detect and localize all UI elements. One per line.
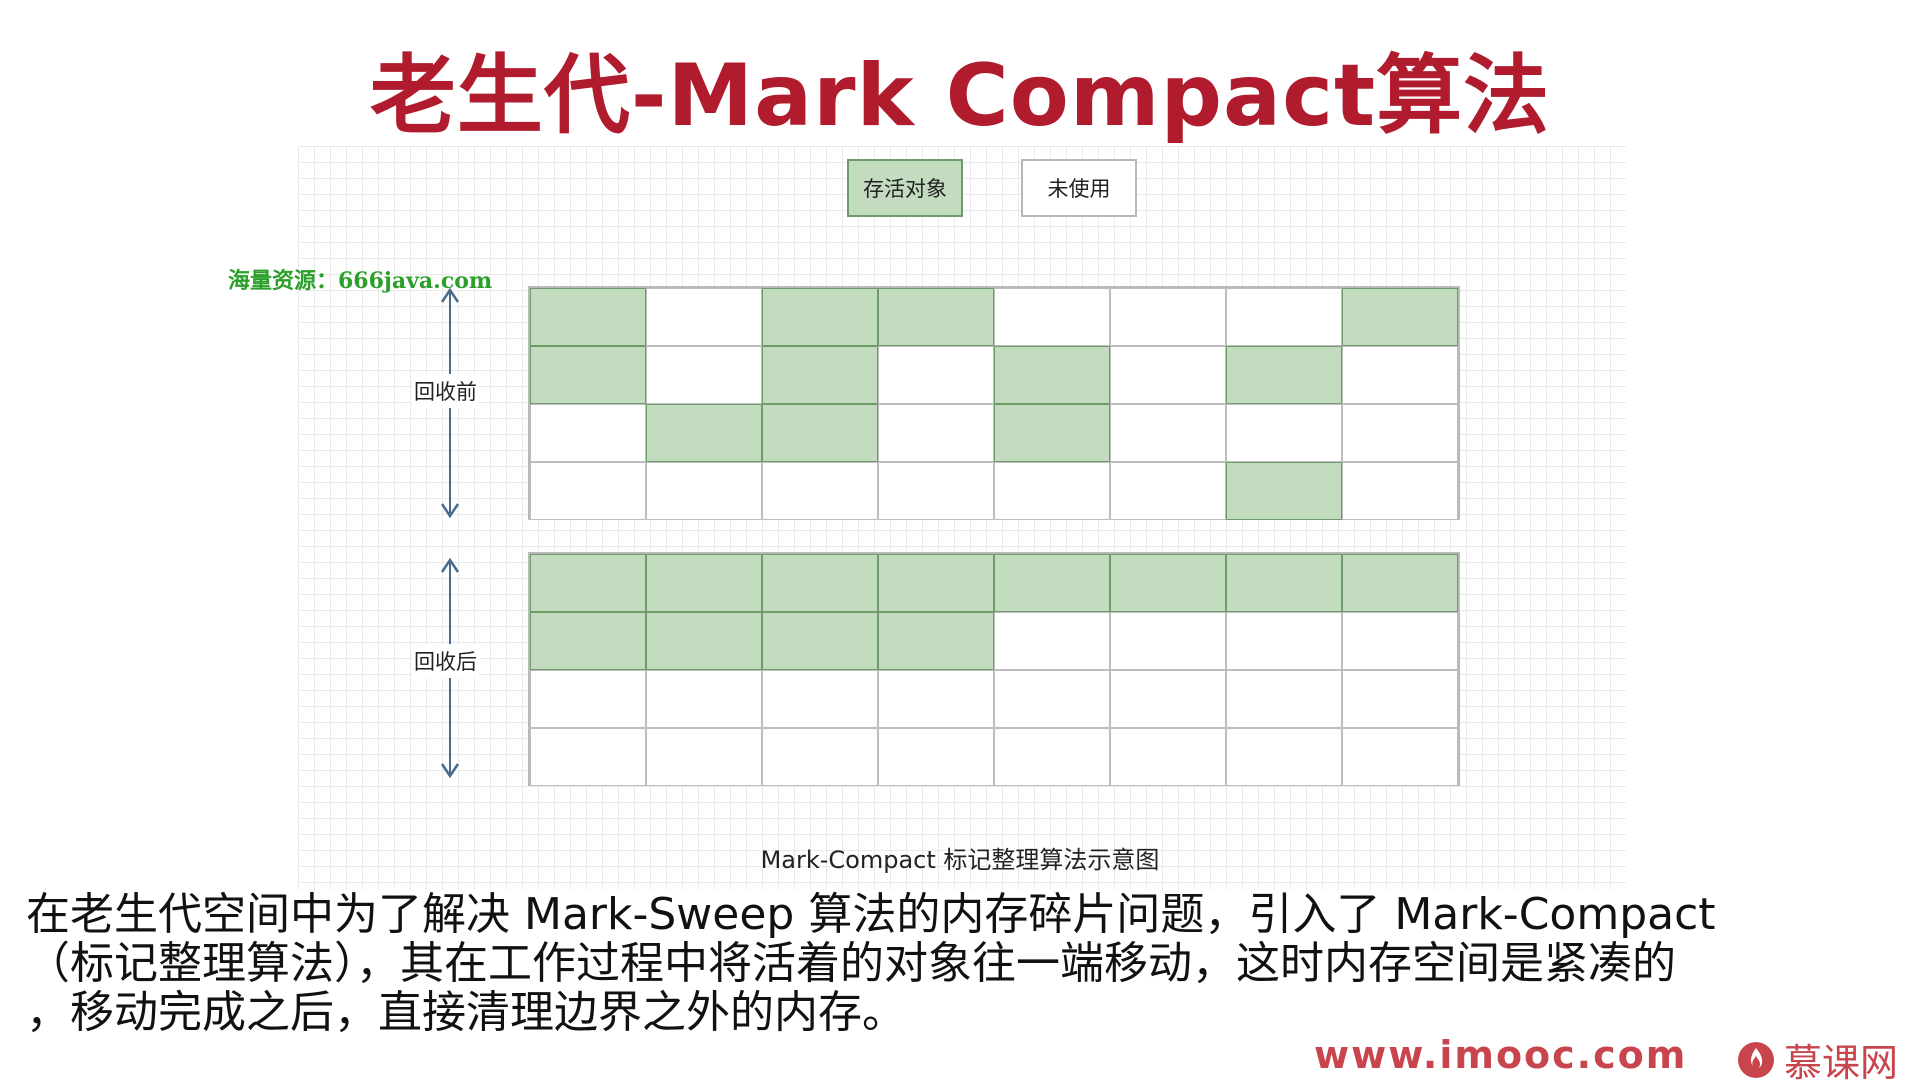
memory-cell-free bbox=[1110, 346, 1226, 404]
memory-cell-free bbox=[762, 462, 878, 520]
memory-cell-free bbox=[994, 462, 1110, 520]
memory-cell-free bbox=[1342, 728, 1458, 786]
memory-cell-live bbox=[1226, 554, 1342, 612]
flame-logo-icon bbox=[1738, 1041, 1774, 1078]
memory-cell-free bbox=[1110, 612, 1226, 670]
memory-cell-live bbox=[530, 612, 646, 670]
after-label: 回收后 bbox=[412, 644, 479, 678]
explanation-line: （标记整理算法），其在工作过程中将活着的对象往一端移动，这时内存空间是紧凑的 bbox=[26, 938, 1676, 989]
memory-cell-live bbox=[1342, 288, 1458, 346]
memory-cell-live bbox=[1110, 554, 1226, 612]
explanation-line: ，移动完成之后，直接清理边界之外的内存。 bbox=[26, 987, 906, 1038]
memory-cell-free bbox=[1342, 346, 1458, 404]
site-url-watermark: www.imooc.com bbox=[1314, 1033, 1688, 1077]
memory-cell-free bbox=[994, 612, 1110, 670]
memory-cell-free bbox=[1110, 670, 1226, 728]
memory-cell-free bbox=[878, 462, 994, 520]
memory-cell-free bbox=[646, 346, 762, 404]
memory-cell-free bbox=[994, 288, 1110, 346]
memory-cell-free bbox=[1342, 404, 1458, 462]
memory-cell-live bbox=[530, 346, 646, 404]
memory-cell-free bbox=[1226, 670, 1342, 728]
memory-cell-free bbox=[530, 404, 646, 462]
memory-cell-free bbox=[878, 728, 994, 786]
memory-cell-free bbox=[1110, 462, 1226, 520]
diagram-caption: Mark-Compact 标记整理算法示意图 bbox=[760, 846, 1160, 874]
memory-cell-free bbox=[762, 670, 878, 728]
memory-cell-live bbox=[762, 288, 878, 346]
memory-cell-free bbox=[1110, 728, 1226, 786]
memory-cell-live bbox=[762, 612, 878, 670]
memory-cell-live bbox=[1226, 462, 1342, 520]
memory-cell-live bbox=[646, 554, 762, 612]
before-label: 回收前 bbox=[412, 374, 479, 408]
memory-cell-live bbox=[994, 346, 1110, 404]
memory-cell-free bbox=[1342, 462, 1458, 520]
memory-cell-live bbox=[762, 346, 878, 404]
memory-cell-live bbox=[994, 404, 1110, 462]
memory-cell-free bbox=[646, 728, 762, 786]
memory-cell-free bbox=[530, 670, 646, 728]
memory-cell-free bbox=[1226, 728, 1342, 786]
memory-cell-free bbox=[1226, 404, 1342, 462]
memory-cell-live bbox=[1226, 346, 1342, 404]
memory-cell-free bbox=[530, 462, 646, 520]
memory-cell-free bbox=[646, 462, 762, 520]
brand-logo: 慕课网 bbox=[1736, 1032, 1898, 1087]
legend-unused: 未使用 bbox=[1021, 159, 1137, 217]
memory-cell-free bbox=[1226, 288, 1342, 346]
brand-name: 慕课网 bbox=[1784, 1041, 1899, 1085]
memory-cell-free bbox=[994, 670, 1110, 728]
memory-cell-live bbox=[994, 554, 1110, 612]
memory-cell-free bbox=[878, 404, 994, 462]
memory-cell-free bbox=[762, 728, 878, 786]
explanation-text: 在老生代空间中为了解决 Mark-Sweep 算法的内存碎片问题，引入了 Mar… bbox=[26, 890, 1906, 1037]
memory-cell-live bbox=[762, 554, 878, 612]
memory-cell-free bbox=[530, 728, 646, 786]
memory-cell-live bbox=[646, 404, 762, 462]
memory-cell-live bbox=[530, 288, 646, 346]
memory-grid-after bbox=[528, 552, 1460, 786]
memory-cell-live bbox=[646, 612, 762, 670]
memory-cell-live bbox=[878, 612, 994, 670]
memory-cell-live bbox=[530, 554, 646, 612]
slide-title: 老生代-Mark Compact算法 bbox=[369, 46, 1551, 146]
memory-grid-before bbox=[528, 286, 1460, 520]
memory-cell-live bbox=[1342, 554, 1458, 612]
memory-cell-free bbox=[1342, 612, 1458, 670]
legend-live-object: 存活对象 bbox=[847, 159, 963, 217]
memory-cell-free bbox=[646, 288, 762, 346]
memory-cell-free bbox=[646, 670, 762, 728]
explanation-line: 在老生代空间中为了解决 Mark-Sweep 算法的内存碎片问题，引入了 Mar… bbox=[26, 889, 1716, 940]
memory-cell-live bbox=[878, 554, 994, 612]
memory-cell-free bbox=[1342, 670, 1458, 728]
memory-cell-free bbox=[878, 670, 994, 728]
memory-cell-free bbox=[994, 728, 1110, 786]
memory-cell-live bbox=[762, 404, 878, 462]
memory-cell-free bbox=[1226, 612, 1342, 670]
memory-cell-free bbox=[878, 346, 994, 404]
memory-cell-free bbox=[1110, 404, 1226, 462]
memory-cell-live bbox=[878, 288, 994, 346]
memory-cell-free bbox=[1110, 288, 1226, 346]
